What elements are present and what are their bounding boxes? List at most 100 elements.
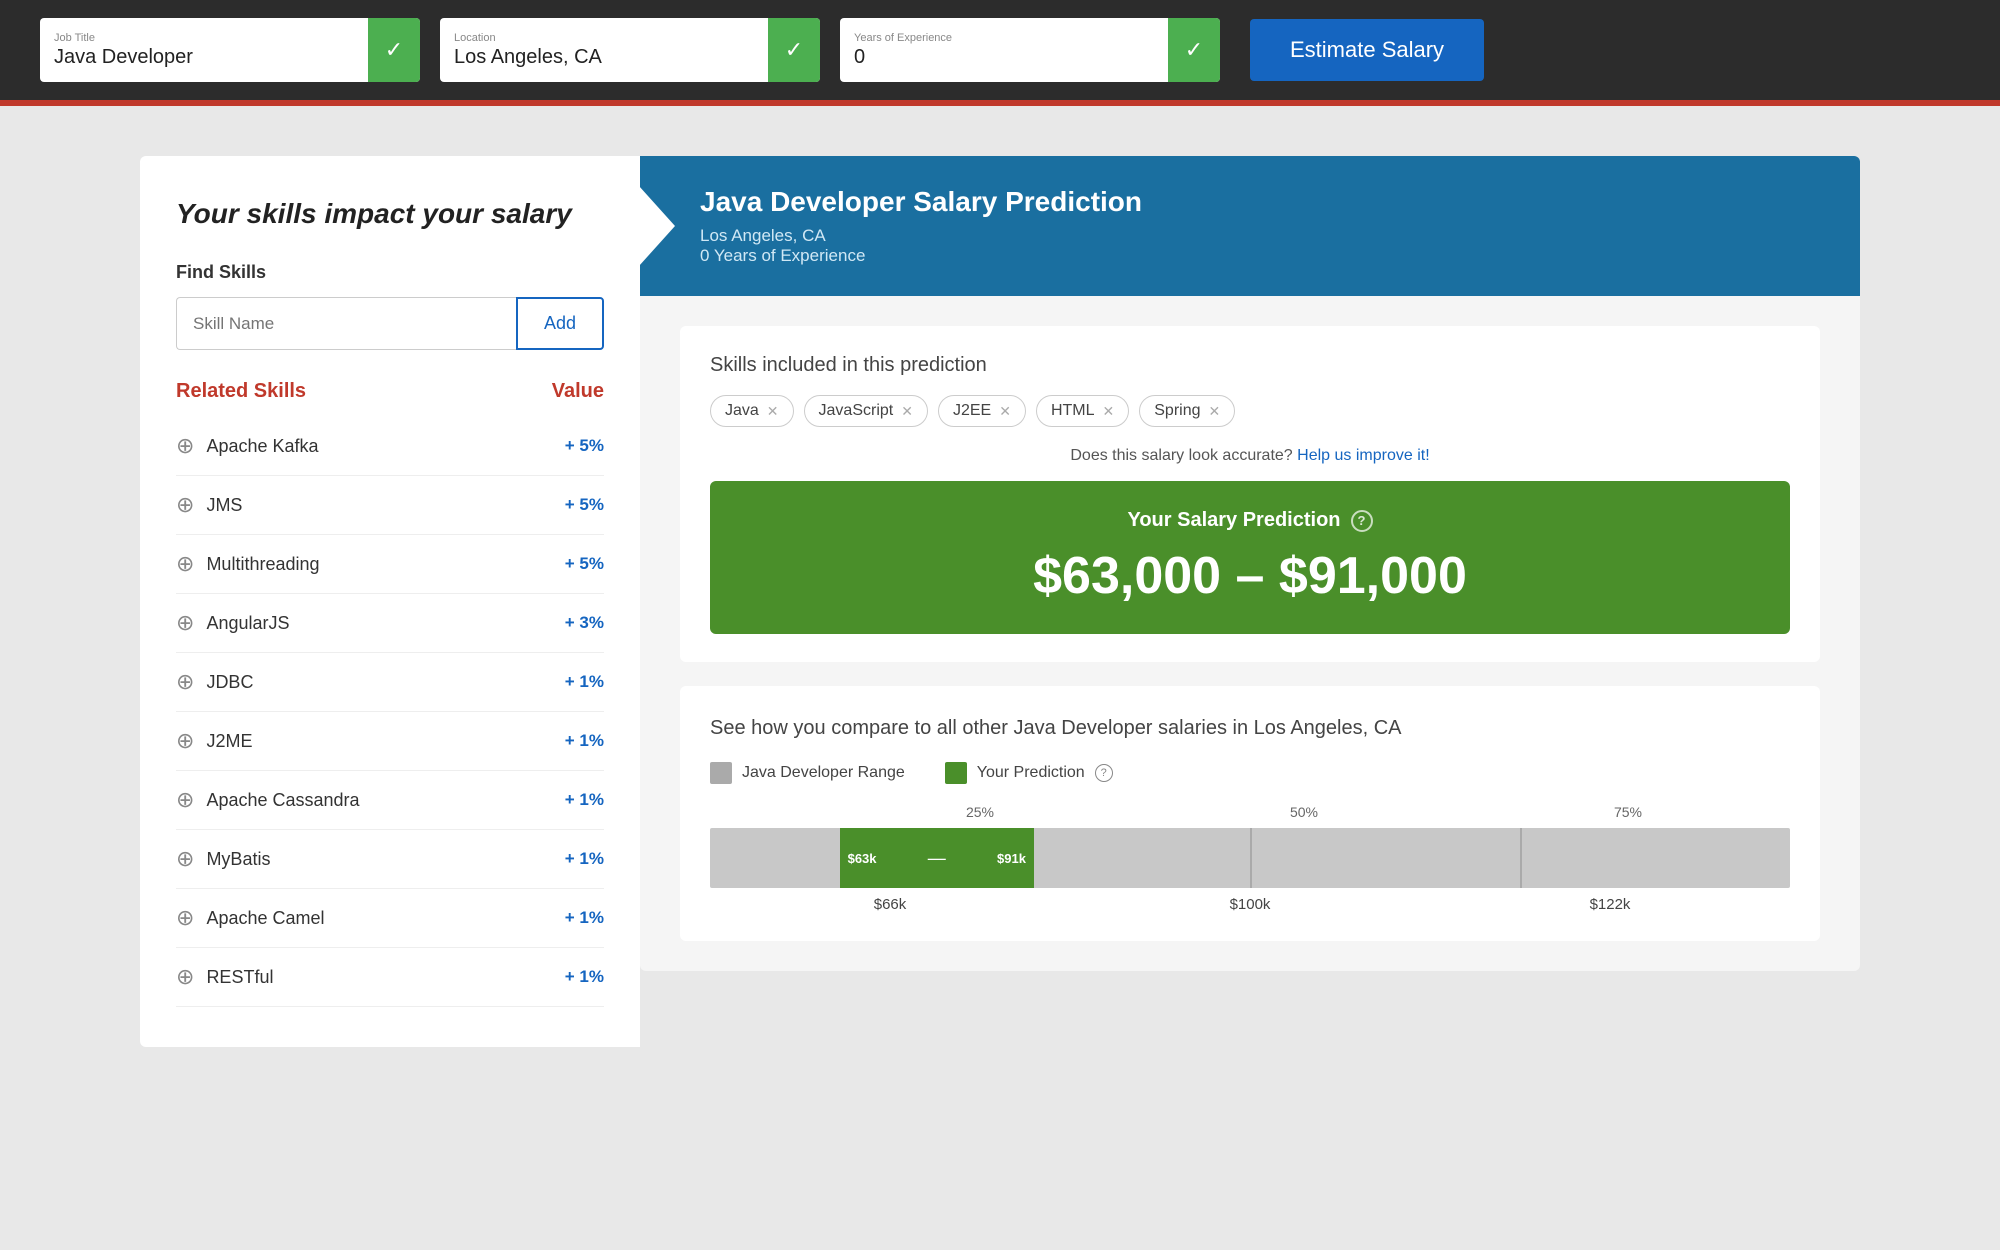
skill-name-input[interactable] (176, 297, 516, 350)
location-field[interactable]: Location ✓ (440, 18, 820, 82)
remove-skill-icon[interactable]: ✕ (1103, 403, 1115, 420)
salary-prediction-box: Your Salary Prediction ? $63,000 – $91,0… (710, 481, 1790, 634)
bar-track: $63k — $91k (710, 828, 1790, 888)
location-input[interactable] (454, 46, 754, 69)
skill-row: ⊕ Apache Cassandra + 1% (176, 771, 604, 830)
legend-item-prediction: Your Prediction ? (945, 762, 1113, 784)
skill-row: ⊕ Apache Camel + 1% (176, 889, 604, 948)
divider-50 (1250, 828, 1252, 888)
skill-name: MyBatis (206, 849, 270, 870)
experience-check-button[interactable]: ✓ (1168, 18, 1220, 82)
skill-name: Multithreading (206, 554, 319, 575)
experience-input[interactable] (854, 46, 1154, 69)
dollar-122k: $122k (1430, 896, 1790, 913)
dollar-100k: $100k (1070, 896, 1430, 913)
skill-name: J2ME (206, 731, 252, 752)
job-title-input[interactable] (54, 46, 354, 69)
accuracy-link[interactable]: Help us improve it! (1297, 447, 1430, 464)
remove-skill-icon[interactable]: ✕ (1209, 403, 1221, 420)
skill-row: ⊕ AngularJS + 3% (176, 594, 604, 653)
skill-tag-name: JavaScript (819, 402, 894, 420)
accuracy-text: Does this salary look accurate? Help us … (710, 447, 1790, 465)
prediction-location: Los Angeles, CA (700, 226, 1820, 246)
skill-left: ⊕ JDBC (176, 669, 253, 695)
right-panel: Java Developer Salary Prediction Los Ang… (640, 156, 1860, 1047)
skill-tag: Java ✕ (710, 395, 794, 427)
skill-value: + 1% (565, 967, 604, 987)
add-skill-icon[interactable]: ⊕ (176, 846, 194, 872)
prediction-body: Skills included in this prediction Java … (640, 296, 1860, 971)
add-skill-icon[interactable]: ⊕ (176, 492, 194, 518)
add-skill-icon[interactable]: ⊕ (176, 905, 194, 931)
add-skill-icon[interactable]: ⊕ (176, 728, 194, 754)
skill-value: + 5% (565, 436, 604, 456)
skill-row: ⊕ J2ME + 1% (176, 712, 604, 771)
add-skill-icon[interactable]: ⊕ (176, 669, 194, 695)
skill-value: + 1% (565, 849, 604, 869)
skill-tag: HTML ✕ (1036, 395, 1129, 427)
location-check-button[interactable]: ✓ (768, 18, 820, 82)
percent-25: 25% (818, 804, 1142, 820)
remove-skill-icon[interactable]: ✕ (901, 403, 913, 420)
find-skills-label: Find Skills (176, 262, 604, 283)
skill-left: ⊕ RESTful (176, 964, 273, 990)
salary-prediction-title: Your Salary Prediction ? (740, 509, 1760, 532)
dollar-66k: $66k (710, 896, 1070, 913)
prediction-help-icon[interactable]: ? (1095, 764, 1113, 782)
bar-min-label: $63k (848, 851, 877, 866)
skill-tag-name: Spring (1154, 402, 1200, 420)
skill-left: ⊕ Apache Cassandra (176, 787, 360, 813)
legend-green-box (945, 762, 967, 784)
remove-skill-icon[interactable]: ✕ (999, 403, 1011, 420)
green-salary-bar: $63k — $91k (840, 828, 1034, 888)
skill-name: Apache Kafka (206, 436, 318, 457)
salary-range: $63,000 – $91,000 (740, 546, 1760, 606)
experience-label: Years of Experience (854, 32, 1154, 44)
prediction-experience: 0 Years of Experience (700, 246, 1820, 266)
add-skill-icon[interactable]: ⊕ (176, 551, 194, 577)
skill-value: + 5% (565, 554, 604, 574)
skills-included-section: Skills included in this prediction Java … (680, 326, 1820, 662)
add-skill-icon[interactable]: ⊕ (176, 964, 194, 990)
skill-left: ⊕ JMS (176, 492, 242, 518)
legend-range-label: Java Developer Range (742, 764, 905, 782)
skill-name: RESTful (206, 967, 273, 988)
add-skill-icon[interactable]: ⊕ (176, 787, 194, 813)
skill-value: + 1% (565, 672, 604, 692)
bar-max-label: $91k (997, 851, 1026, 866)
location-label: Location (454, 32, 754, 44)
skill-row: ⊕ RESTful + 1% (176, 948, 604, 1007)
add-skill-icon[interactable]: ⊕ (176, 433, 194, 459)
skills-table-header: Related Skills Value (176, 380, 604, 403)
skill-input-row: Add (176, 297, 604, 350)
job-title-check-button[interactable]: ✓ (368, 18, 420, 82)
skill-value: + 1% (565, 731, 604, 751)
salary-help-icon[interactable]: ? (1351, 510, 1373, 532)
skill-left: ⊕ Apache Kafka (176, 433, 319, 459)
compare-section: See how you compare to all other Java De… (680, 686, 1820, 941)
legend-item-range: Java Developer Range (710, 762, 905, 784)
job-title-field[interactable]: Job Title ✓ (40, 18, 420, 82)
compare-title: See how you compare to all other Java De… (710, 714, 1790, 742)
remove-skill-icon[interactable]: ✕ (767, 403, 779, 420)
prediction-title: Java Developer Salary Prediction (700, 186, 1820, 218)
legend-gray-box (710, 762, 732, 784)
skill-value: + 1% (565, 790, 604, 810)
salary-box-title-text: Your Salary Prediction (1127, 509, 1340, 532)
job-title-label: Job Title (54, 32, 354, 44)
add-skill-icon[interactable]: ⊕ (176, 610, 194, 636)
add-skill-button[interactable]: Add (516, 297, 604, 350)
skill-tag: JavaScript ✕ (804, 395, 928, 427)
top-bar: Job Title ✓ Location ✓ Years of Experien… (0, 0, 2000, 100)
percent-50: 50% (1142, 804, 1466, 820)
percent-labels: 25% 50% 75% (710, 804, 1790, 828)
skill-tags: Java ✕ JavaScript ✕ J2EE ✕ HTML ✕ Spring… (710, 395, 1790, 427)
divider-75 (1520, 828, 1522, 888)
skill-name: JMS (206, 495, 242, 516)
percent-75: 75% (1466, 804, 1790, 820)
estimate-salary-button[interactable]: Estimate Salary (1250, 19, 1484, 81)
skill-left: ⊕ Multithreading (176, 551, 320, 577)
skill-value: + 5% (565, 495, 604, 515)
left-panel: Your skills impact your salary Find Skil… (140, 156, 640, 1047)
experience-field[interactable]: Years of Experience ✓ (840, 18, 1220, 82)
